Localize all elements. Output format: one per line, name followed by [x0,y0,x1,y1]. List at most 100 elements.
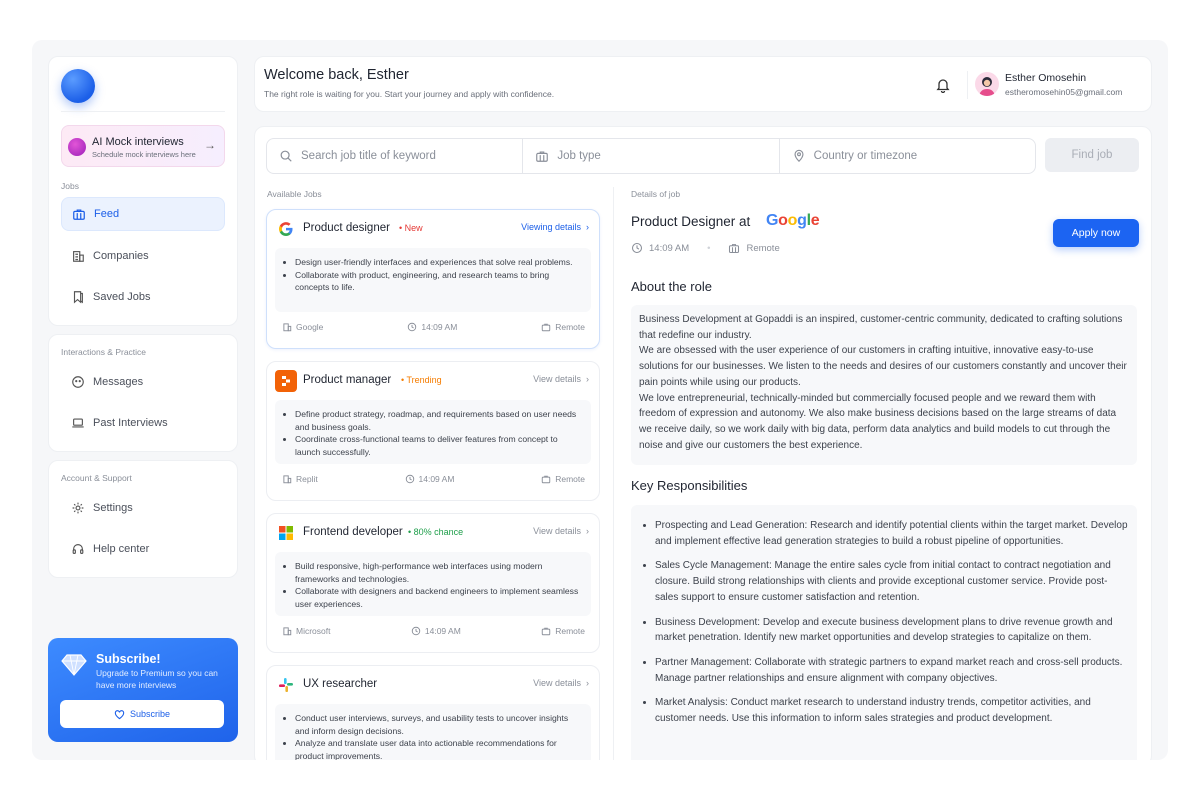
building-icon [283,475,292,484]
job-details-label: Details of job [631,189,681,199]
bookmark-icon [73,291,83,304]
view-details-label: View details [533,678,581,688]
job-type-field[interactable]: Job type [523,139,780,173]
company-meta: Microsoft [282,626,330,636]
view-details-link[interactable]: View details › [533,526,589,536]
building-icon [283,323,292,332]
list-item: Analyze and translate user data into act… [295,737,581,760]
briefcase-icon [542,323,551,332]
time-meta: 14:09 AM [407,322,457,332]
subscribe-title: Subscribe! [96,652,161,666]
briefcase-icon [536,151,549,162]
job-title: Frontend developer [303,526,403,538]
list-item: Sales Cycle Management: Manage the entir… [655,558,1129,605]
job-time: 14:09 AM [424,626,461,636]
badge-label: 80% chance [413,527,464,537]
mock-orb-icon [68,138,86,156]
sidebar-panel-account: Account & Support Settings Help center [48,460,238,578]
view-details-label: Viewing details [521,222,581,232]
sidebar-item-label: Messages [93,376,144,388]
country-placeholder: Country or timezone [813,150,918,162]
view-details-link[interactable]: Viewing details › [521,222,589,232]
about-paragraph: Business Development at Gopaddi is an in… [639,314,1123,341]
avatar[interactable] [975,72,999,96]
search-bar: Search job title of keyword Job type Cou… [266,138,1036,174]
company-name: Replit [296,474,318,484]
list-item: Conduct user interviews, surveys, and us… [295,712,581,737]
job-description: Build responsive, high-performance web i… [275,552,591,616]
top-header: Welcome back, Esther The right role is w… [254,56,1152,112]
app-logo[interactable] [61,69,95,103]
sidebar-item-label: Feed [94,208,120,220]
job-description: Define product strategy, roadmap, and re… [275,400,591,464]
job-card[interactable]: Product designer • New Viewing details ›… [266,209,600,349]
job-card[interactable]: Frontend developer • 80% chance View det… [266,513,600,653]
briefcase-icon [542,627,551,636]
building-icon [73,251,84,262]
location-meta: Remote [541,474,585,484]
status-badge: • 80% chance [408,527,464,537]
job-location: Remote [746,242,780,254]
page-title: Welcome back, Esther [264,67,409,83]
location-meta: Remote [541,322,585,332]
job-meta: Replit 14:09 AM Remote [282,474,585,484]
job-time: 14:09 AM [649,242,690,254]
sidebar-item-help-center[interactable]: Help center [61,532,225,566]
arrow-right-icon: → [204,138,216,152]
about-heading: About the role [631,279,712,294]
find-job-button[interactable]: Find job [1045,138,1139,172]
sidebar-item-companies[interactable]: Companies [61,239,225,273]
gear-icon [72,502,84,514]
time-meta: 14:09 AM [411,626,461,636]
job-card[interactable]: UX researcher View details › Conduct use… [266,665,600,760]
dot-separator: • [707,242,711,254]
location-pin-icon [794,149,804,163]
job-location: Remote [555,322,585,332]
apply-now-button[interactable]: Apply now [1053,219,1139,247]
list-item: Design user-friendly interfaces and expe… [295,256,581,269]
badge-label: New [404,223,423,233]
mock-subtitle: Schedule mock interviews here [92,150,196,159]
job-detail-meta: 14:09 AM • Remote [631,242,780,254]
job-description: Design user-friendly interfaces and expe… [275,248,591,312]
section-label-jobs: Jobs [61,181,79,191]
microsoft-logo-icon [275,522,297,544]
view-details-link[interactable]: View details › [533,678,589,688]
sidebar-item-past-interviews[interactable]: Past Interviews [61,406,225,440]
sidebar-item-messages[interactable]: Messages [61,365,225,399]
sidebar-item-settings[interactable]: Settings [61,491,225,525]
responsibilities-heading: Key Responsibilities [631,478,748,493]
divider [61,111,225,112]
location-meta: Remote [728,242,780,254]
subscribe-button[interactable]: Subscribe [60,700,224,728]
page-subtitle: The right role is waiting for you. Start… [264,89,555,99]
heart-icon [114,709,125,719]
list-item: Market Analysis: Conduct market research… [655,695,1129,726]
company-meta: Replit [282,474,318,484]
view-details-label: View details [533,374,581,384]
clock-icon [411,626,421,636]
diamond-icon [61,654,87,676]
list-item: Partner Management: Collaborate with str… [655,655,1129,686]
sidebar-item-feed[interactable]: Feed [61,197,225,231]
subscribe-card: Subscribe! Upgrade to Premium so you can… [48,638,238,742]
job-card[interactable]: Product manager • Trending View details … [266,361,600,501]
job-meta: Google 14:09 AM Remote [282,322,585,332]
badge-label: Trending [406,375,442,385]
divider [613,187,614,760]
view-details-link[interactable]: View details › [533,374,589,384]
ai-mock-interviews-card[interactable]: AI Mock interviews Schedule mock intervi… [61,125,225,167]
bell-icon[interactable] [935,77,951,93]
clock-icon [631,242,643,254]
sidebar-item-saved-jobs[interactable]: Saved Jobs [61,280,225,314]
list-item: Prospecting and Lead Generation: Researc… [655,518,1129,549]
search-input[interactable]: Search job title of keyword [267,139,524,173]
job-title: UX researcher [303,678,378,690]
job-type-placeholder: Job type [557,150,601,162]
building-icon [283,627,292,636]
slack-logo-icon [275,674,297,696]
briefcase-icon [729,244,740,254]
country-field[interactable]: Country or timezone [780,139,1035,173]
user-email: estheromosehin05@gmail.com [1005,87,1123,97]
job-location: Remote [555,626,585,636]
